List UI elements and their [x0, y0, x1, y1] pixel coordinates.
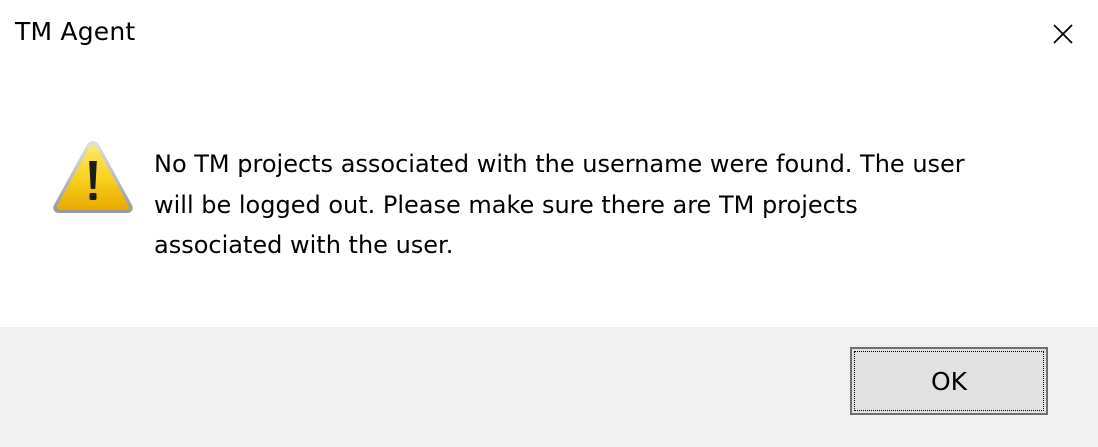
- window-title: TM Agent: [15, 17, 136, 46]
- ok-button[interactable]: OK: [850, 347, 1048, 415]
- button-bar: OK: [0, 327, 1098, 447]
- dialog-message: No TM projects associated with the usern…: [154, 144, 1054, 266]
- title-bar: TM Agent: [0, 0, 1098, 68]
- message-line: No TM projects associated with the usern…: [154, 150, 965, 178]
- ok-button-label: OK: [930, 366, 968, 396]
- close-button[interactable]: [1028, 0, 1098, 68]
- message-dialog: TM Agent No TM projects associated with …: [0, 0, 1098, 447]
- message-line: will be logged out. Please make sure the…: [154, 190, 858, 219]
- close-icon: [1053, 24, 1073, 44]
- warning-icon: [53, 141, 133, 213]
- message-line: associated with the user.: [154, 231, 454, 259]
- dialog-content: No TM projects associated with the usern…: [0, 68, 1098, 327]
